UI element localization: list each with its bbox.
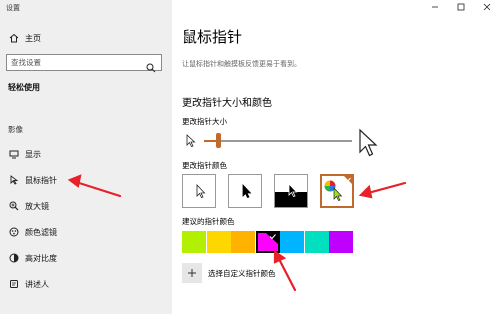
window-title: 设置 <box>6 4 20 12</box>
maximize-button[interactable] <box>448 0 474 14</box>
narrator-icon <box>8 278 20 290</box>
sidebar-home[interactable]: 主页 <box>8 32 41 44</box>
main-content: 鼠标指针 让鼠标指针和触摸板反馈更易于看到。 更改指针大小和颜色 更改指针大小 … <box>172 0 500 314</box>
settings-sidebar: 设置 主页 轻松使用 影像 显示 鼠标指针 放大镜 颜色滤 <box>0 0 172 314</box>
sidebar-item-display[interactable]: 显示 <box>8 148 41 160</box>
display-icon <box>8 148 20 160</box>
white-pointer-icon <box>196 183 206 198</box>
window-controls <box>422 0 500 14</box>
close-icon <box>483 3 491 11</box>
section-title: 更改指针大小和颜色 <box>182 98 272 109</box>
home-icon <box>8 32 20 44</box>
minimize-icon <box>432 6 438 8</box>
page-description: 让鼠标指针和触摸板反馈更易于看到。 <box>182 60 301 68</box>
category-title: 轻松使用 <box>8 83 40 92</box>
pointer-color-inverted[interactable] <box>274 174 308 208</box>
color-filter-icon <box>8 226 20 238</box>
sidebar-item-label: 显示 <box>25 149 41 159</box>
pointer-size-track[interactable] <box>204 140 352 142</box>
search-input[interactable] <box>11 58 141 67</box>
mouse-pointer-icon <box>8 174 20 186</box>
inverted-pointer-icon <box>275 182 307 207</box>
sidebar-item-label: 放大镜 <box>25 201 49 211</box>
pointer-color-label: 更改指针颜色 <box>182 161 227 170</box>
page-title: 鼠标指针 <box>182 28 243 46</box>
small-pointer-icon <box>186 133 196 152</box>
suggested-color-swatch[interactable] <box>329 231 353 253</box>
add-custom-color-button[interactable] <box>182 263 202 283</box>
sidebar-item-label: 鼠标指针 <box>25 175 57 185</box>
suggested-color-swatch[interactable] <box>182 231 206 253</box>
pointer-color-white[interactable] <box>182 174 216 208</box>
maximize-icon <box>457 3 465 11</box>
search-box[interactable] <box>6 54 162 73</box>
sidebar-home-label: 主页 <box>25 33 41 43</box>
suggested-color-swatch[interactable] <box>280 231 304 253</box>
suggested-color-swatch[interactable] <box>304 231 329 253</box>
large-pointer-icon <box>358 128 378 162</box>
high-contrast-icon <box>8 252 20 264</box>
plus-icon <box>188 269 196 277</box>
search-icon[interactable] <box>146 58 156 77</box>
minimize-button[interactable] <box>422 0 448 14</box>
sidebar-item-magnifier[interactable]: 放大镜 <box>8 200 49 212</box>
pointer-color-black[interactable] <box>228 174 262 208</box>
check-icon <box>265 233 278 244</box>
sidebar-item-mouse-pointer[interactable]: 鼠标指针 <box>8 174 57 186</box>
sidebar-item-narrator[interactable]: 讲述人 <box>8 278 49 290</box>
sidebar-item-label: 讲述人 <box>25 279 49 289</box>
sidebar-item-high-contrast[interactable]: 高对比度 <box>8 252 57 264</box>
pointer-size-label: 更改指针大小 <box>182 117 227 126</box>
sidebar-item-label: 高对比度 <box>25 253 57 263</box>
sidebar-item-label: 颜色滤镜 <box>25 227 57 237</box>
custom-color-label[interactable]: 选择自定义指针颜色 <box>208 268 276 279</box>
suggested-color-swatch[interactable] <box>206 231 231 253</box>
suggested-color-swatch[interactable] <box>255 231 280 253</box>
close-button[interactable] <box>474 0 500 14</box>
pointer-color-custom[interactable] <box>320 174 354 208</box>
black-pointer-icon <box>242 183 252 198</box>
group-label: 影像 <box>8 125 23 134</box>
suggested-color-swatch[interactable] <box>231 231 255 253</box>
sidebar-item-color-filter[interactable]: 颜色滤镜 <box>8 226 57 238</box>
magnifier-icon <box>8 200 20 212</box>
pointer-size-slider-thumb[interactable] <box>216 133 222 148</box>
suggested-colors-label: 建议的指针颜色 <box>182 217 235 226</box>
custom-color-pointer-icon <box>324 176 352 201</box>
